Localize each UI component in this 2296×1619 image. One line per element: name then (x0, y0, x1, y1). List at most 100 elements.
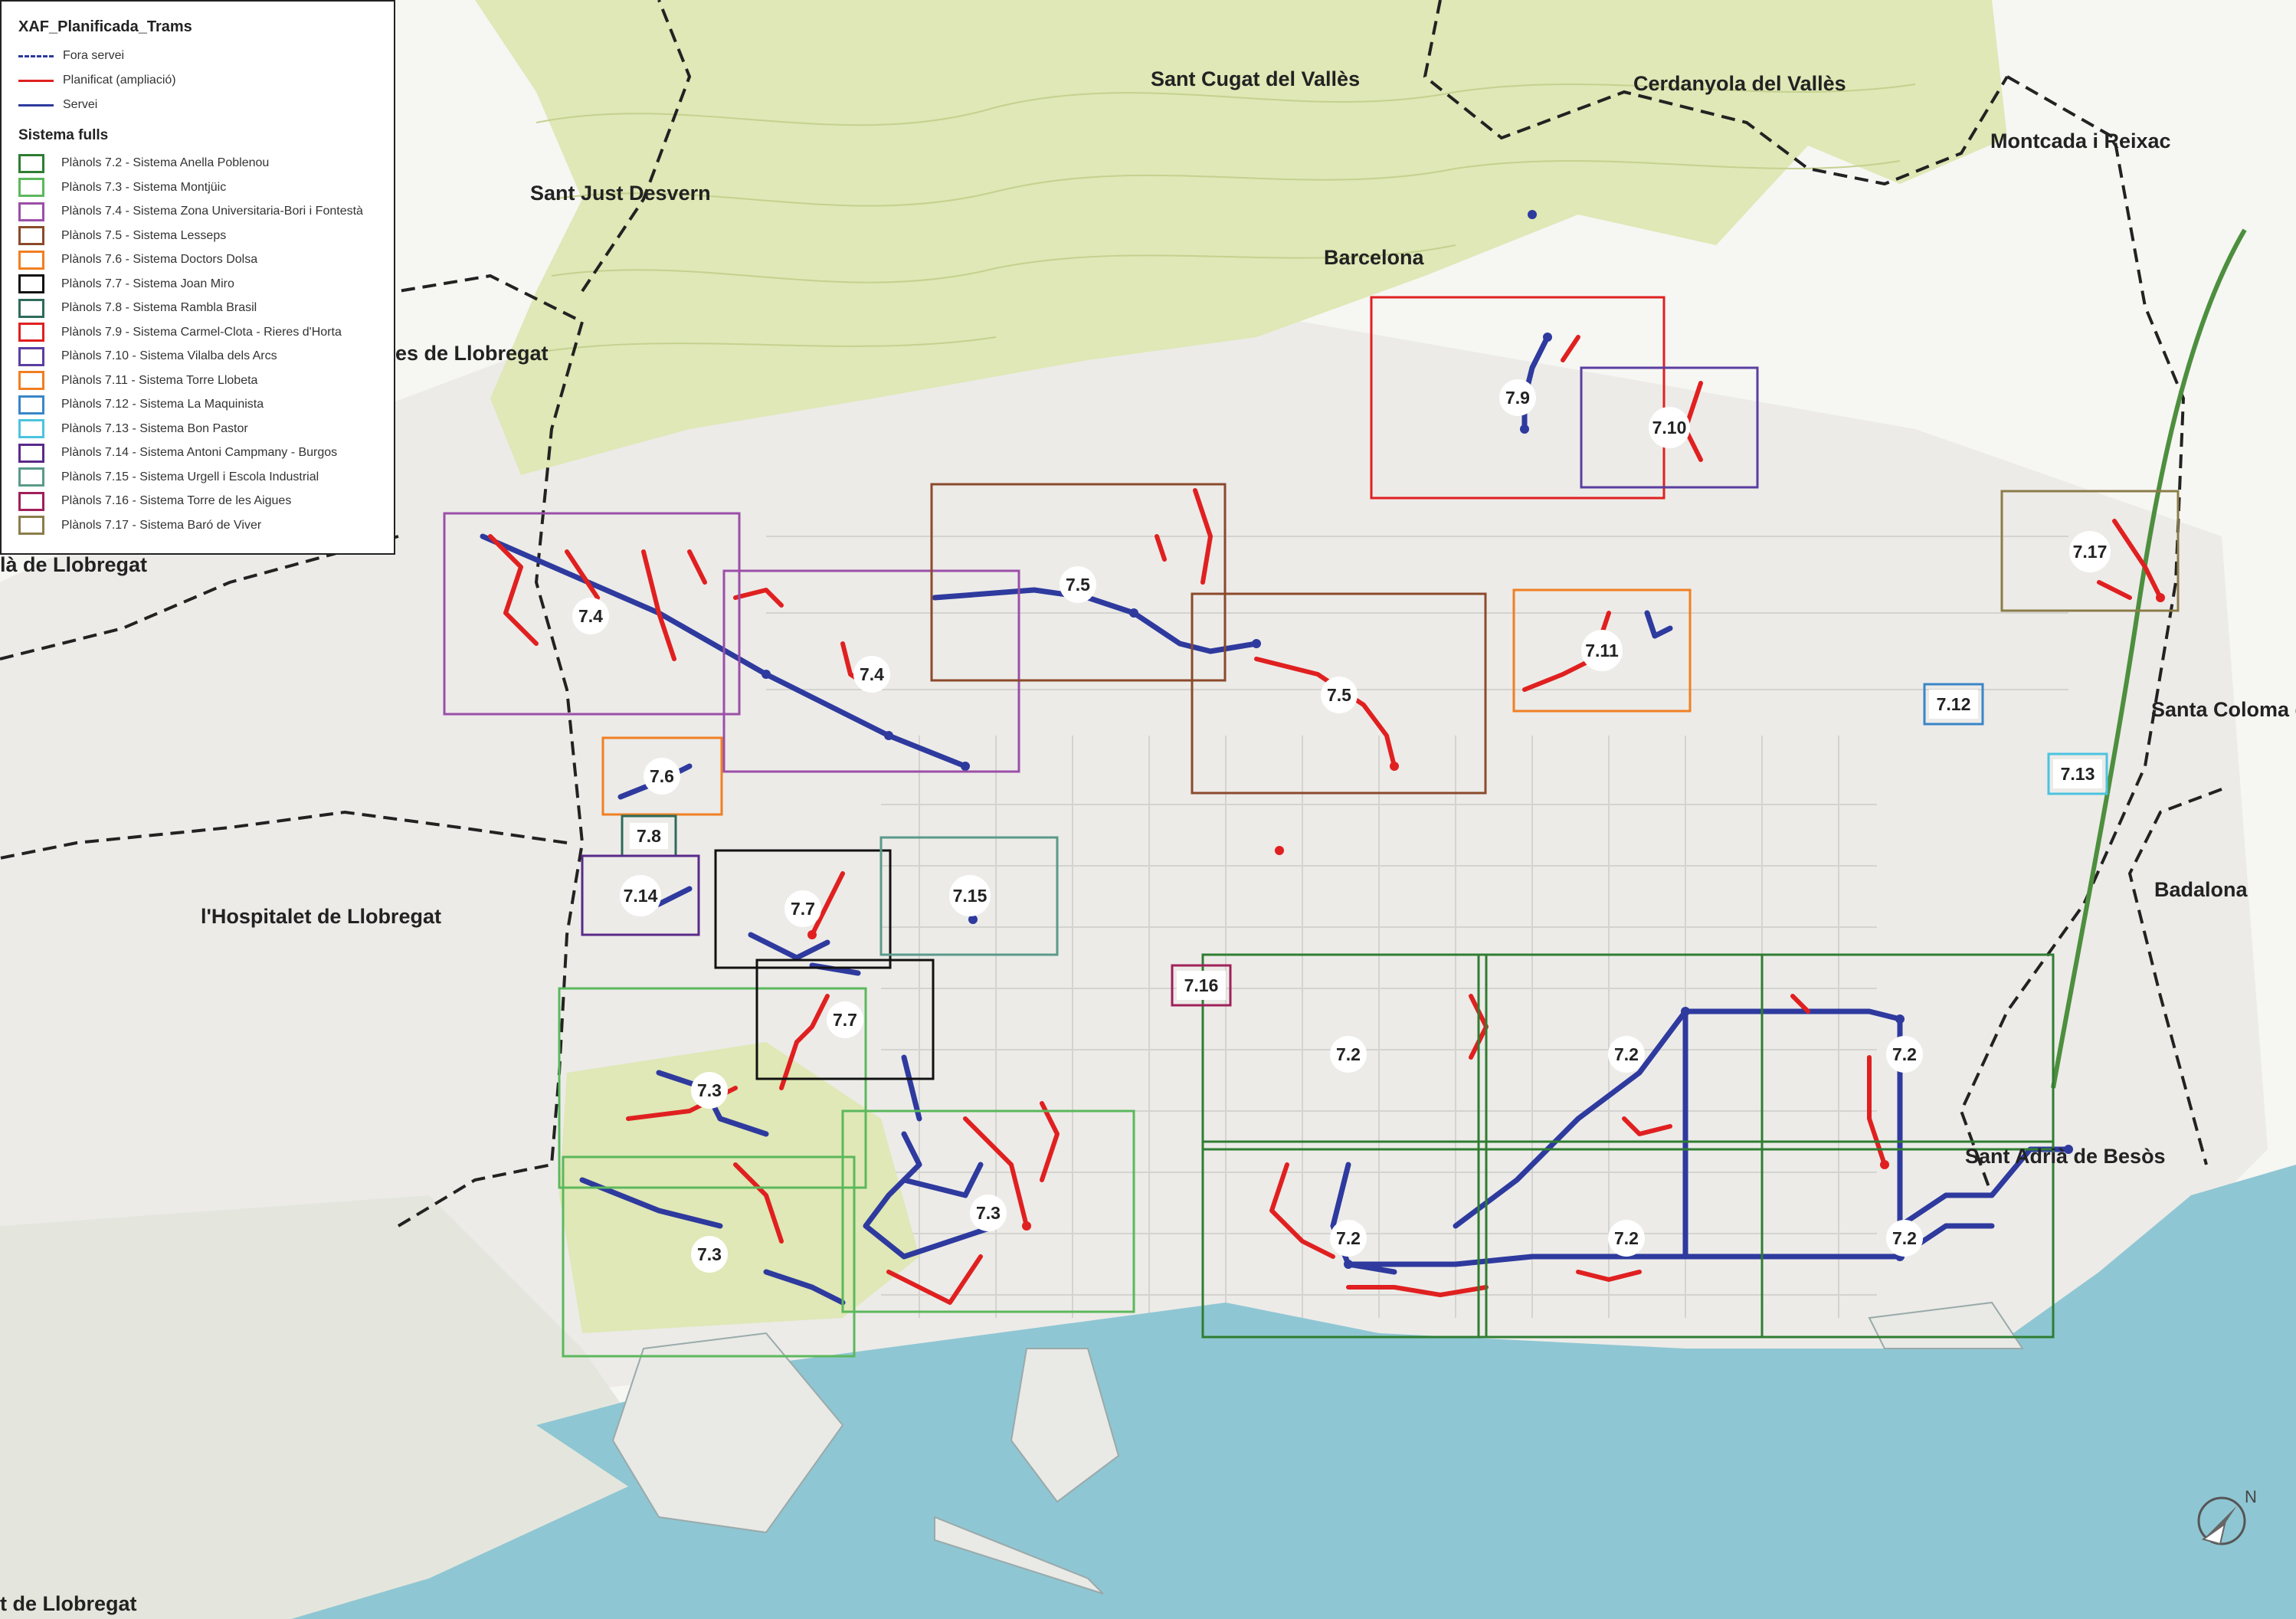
sheet-tag: 7.16 (1177, 971, 1226, 1000)
sheet-tag: 7.2 (1608, 1220, 1645, 1257)
sheet-tag: 7.2 (1330, 1036, 1367, 1073)
sheet-tag-label: 7.5 (1066, 575, 1090, 595)
sheet-swatch-icon (18, 395, 44, 415)
place-name: t de Llobregat (0, 1592, 137, 1615)
legend-sheet-item: Plànols 7.2 - Sistema Anella Poblenou (18, 153, 269, 173)
legend-label: Planificat (ampliació) (63, 74, 176, 87)
legend-title: XAF_Planificada_Trams (18, 18, 192, 35)
legend-label: Plànols 7.15 - Sistema Urgell i Escola I… (61, 470, 319, 483)
sheet-swatch-icon (18, 467, 44, 487)
sheet-tag-label: 7.2 (1892, 1228, 1917, 1248)
sheet-tag: 7.3 (691, 1236, 728, 1273)
sheet-tag: 7.14 (620, 875, 661, 916)
sheet-tag-label: 7.7 (791, 899, 815, 919)
sheet-swatch-icon (18, 178, 44, 197)
dashed-line-icon (18, 54, 54, 57)
sheet-tag: 7.15 (949, 875, 991, 916)
sheet-tag-label: 7.12 (1937, 694, 1971, 714)
place-name: Sant Just Desvern (530, 182, 711, 205)
sheet-tag-label: 7.17 (2073, 542, 2108, 562)
legend-label: Plànols 7.2 - Sistema Anella Poblenou (61, 156, 270, 169)
legend-label: Plànols 7.16 - Sistema Torre de les Aigu… (61, 494, 292, 507)
legend-label: Plànols 7.5 - Sistema Lesseps (61, 228, 227, 242)
sheet-swatch-icon (18, 298, 44, 318)
sheet-tag-label: 7.2 (1892, 1044, 1917, 1064)
sheet-swatch-icon (18, 153, 44, 173)
legend-sheet-item: Plànols 7.17 - Sistema Baró de Viver (18, 516, 261, 536)
place-name: Santa Coloma d (2151, 698, 2296, 721)
sheet-tag: 7.10 (1649, 407, 1690, 448)
sheet-tag: 7.3 (691, 1072, 728, 1109)
sheet-swatch-icon (18, 516, 44, 535)
sheet-swatch-icon (18, 491, 44, 511)
sheet-tag-label: 7.15 (953, 886, 988, 906)
sheet-tag: 7.4 (572, 598, 609, 634)
sheet-swatch-icon (18, 346, 44, 366)
sheet-tag: 7.2 (1886, 1220, 1923, 1257)
legend-item-out-of-service: Fora servei (18, 46, 124, 66)
legend-label: Plànols 7.13 - Sistema Bon Pastor (61, 421, 248, 435)
legend-label: Plànols 7.7 - Sistema Joan Miro (61, 277, 234, 290)
legend-sheet-item: Plànols 7.5 - Sistema Lesseps (18, 226, 226, 246)
sheet-tag-label: 7.4 (578, 606, 603, 626)
sheet-tag: 7.4 (853, 656, 890, 693)
legend-sheet-item: Plànols 7.6 - Sistema Doctors Dolsa (18, 250, 257, 270)
sheet-tag: 7.7 (784, 890, 821, 927)
sheet-swatch-icon (18, 371, 44, 390)
legend-section-title: Sistema fulls (18, 127, 109, 143)
sheet-tag: 7.8 (630, 823, 668, 849)
legend-sheet-item: Plànols 7.8 - Sistema Rambla Brasil (18, 298, 257, 318)
legend-label: Plànols 7.6 - Sistema Doctors Dolsa (61, 253, 258, 266)
sheet-swatch-icon (18, 419, 44, 438)
blue-line-icon (18, 103, 54, 107)
legend-label: Plànols 7.10 - Sistema Vilalba dels Arcs (61, 349, 277, 362)
sheet-tag: 7.5 (1321, 677, 1358, 713)
svg-text:N: N (2245, 1487, 2257, 1506)
place-name: Badalona (2154, 878, 2249, 901)
place-name: Cerdanyola del Vallès (1633, 72, 1846, 95)
legend-label: Plànols 7.14 - Sistema Antoni Campmany -… (61, 446, 338, 459)
place-name: Barcelona (1324, 246, 1425, 269)
sheet-swatch-icon (18, 323, 44, 342)
place-name: Sant Adrià de Besòs (1965, 1145, 2166, 1168)
legend-sheet-item: Plànols 7.11 - Sistema Torre Llobeta (18, 371, 257, 391)
place-name: Montcada i Reixac (1990, 129, 2171, 152)
legend-sheet-item: Plànols 7.7 - Sistema Joan Miro (18, 274, 234, 294)
sheet-tag-label: 7.6 (650, 766, 674, 786)
legend-label: Plànols 7.8 - Sistema Rambla Brasil (61, 301, 257, 314)
legend-sheet-item: Plànols 7.4 - Sistema Zona Universitaria… (18, 202, 363, 221)
sheet-tag: 7.3 (970, 1195, 1007, 1231)
sheet-tag: 7.13 (2053, 759, 2102, 788)
legend-sheet-item: Plànols 7.9 - Sistema Carmel-Clota - Rie… (18, 323, 342, 342)
sheet-tag: 7.2 (1608, 1036, 1645, 1073)
legend-label: Plànols 7.9 - Sistema Carmel-Clota - Rie… (61, 325, 342, 339)
sheet-tag: 7.12 (1929, 690, 1978, 719)
sheet-swatch-icon (18, 443, 44, 463)
sheet-tag-label: 7.3 (976, 1203, 1001, 1223)
sheet-swatch-icon (18, 202, 44, 221)
legend-label: Plànols 7.11 - Sistema Torre Llobeta (61, 373, 258, 387)
sheet-tag: 7.2 (1886, 1036, 1923, 1073)
sheet-tag-label: 7.2 (1614, 1044, 1639, 1064)
sheet-tag-label: 7.9 (1505, 388, 1530, 408)
sheet-swatch-icon (18, 226, 44, 245)
legend-panel: XAF_Planificada_Trams Fora servei Planif… (0, 0, 395, 555)
sheet-tag-label: 7.2 (1614, 1228, 1639, 1248)
legend-sheet-item: Plànols 7.10 - Sistema Vilalba dels Arcs (18, 346, 277, 366)
place-name: Sant Cugat del Vallès (1151, 67, 1360, 90)
sheet-tag-label: 7.4 (860, 664, 884, 684)
sheet-tag-label: 7.3 (697, 1080, 722, 1100)
sheet-tag: 7.17 (2069, 531, 2111, 572)
sheet-tag-label: 7.10 (1652, 418, 1687, 438)
sheet-swatch-icon (18, 274, 44, 293)
sheet-tag: 7.11 (1581, 630, 1623, 671)
sheet-tag-label: 7.16 (1184, 975, 1219, 995)
legend-label: Plànols 7.3 - Sistema Montjüic (61, 180, 227, 194)
sheet-swatch-icon (18, 250, 44, 270)
sheet-tag-label: 7.3 (697, 1244, 722, 1264)
sheet-tag-label: 7.8 (637, 826, 661, 846)
legend-sheet-item: Plànols 7.3 - Sistema Montjüic (18, 178, 226, 198)
sheet-tag-label: 7.13 (2061, 764, 2095, 784)
place-name: es de Llobregat (395, 342, 549, 365)
legend-label: Fora servei (63, 49, 125, 62)
